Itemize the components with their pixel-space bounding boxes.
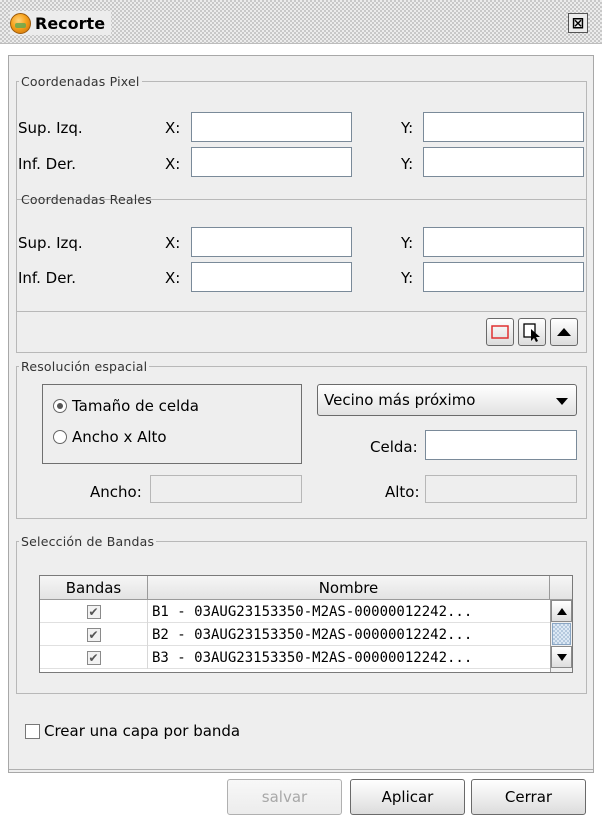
band-checkbox[interactable]: ✔ — [86, 650, 101, 665]
band-check-cell[interactable]: ✔ — [40, 600, 148, 623]
radio-cell-size-label: Tamaño de celda — [72, 397, 200, 415]
collapse-button[interactable] — [550, 318, 578, 346]
pixel-lr-x-input[interactable] — [191, 147, 352, 177]
real-coords-legend: Coordenadas Reales — [21, 192, 152, 207]
real-ul-label: Sup. Izq. — [18, 234, 83, 252]
layer-per-band-box[interactable] — [25, 723, 40, 739]
pixel-coords-legend: Coordenadas Pixel — [21, 74, 140, 89]
radio-width-height-indicator[interactable] — [53, 430, 67, 444]
real-ul-x-label: X: — [165, 234, 181, 252]
bands-legend: Selección de Bandas — [21, 534, 155, 549]
pixel-lr-label: Inf. Der. — [18, 155, 76, 173]
col-header-name[interactable]: Nombre — [148, 576, 550, 600]
real-ul-x-input[interactable] — [191, 227, 352, 257]
rectangle-select-icon — [491, 325, 509, 339]
dialog-body: Coordenadas Pixel Sup. Izq. X: Y: Inf. D… — [8, 55, 594, 773]
collapse-up-icon — [557, 328, 571, 336]
real-lr-label: Inf. Der. — [18, 269, 76, 287]
pixel-ul-y-input[interactable] — [423, 112, 584, 142]
band-name: B1 - 03AUG23153350-M2AS-00000012242... — [152, 603, 473, 620]
scroll-up-button[interactable] — [551, 600, 572, 622]
pixel-ul-label: Sup. Izq. — [18, 119, 83, 137]
chevron-down-icon — [556, 398, 568, 405]
close-button[interactable]: Cerrar — [471, 779, 586, 815]
arrow-down-icon — [556, 653, 567, 661]
cell-size-input[interactable] — [425, 430, 577, 460]
pixel-lr-y-label: Y: — [401, 155, 414, 173]
resolution-legend: Resolución espacial — [21, 359, 148, 374]
window-title: Recorte — [35, 13, 106, 33]
col-header-corner — [550, 576, 572, 600]
cell-label: Celda: — [370, 438, 418, 456]
pixel-ul-x-input[interactable] — [191, 112, 352, 142]
radio-cell-size-indicator[interactable] — [53, 399, 67, 413]
close-icon: ⊠ — [571, 13, 585, 32]
scroll-down-button[interactable] — [551, 646, 572, 668]
bands-scrollbar[interactable] — [550, 600, 572, 672]
save-button[interactable]: salvar — [227, 779, 342, 815]
scroll-thumb[interactable] — [552, 623, 571, 645]
pixel-ul-y-label: Y: — [401, 119, 414, 137]
real-lr-y-label: Y: — [401, 269, 414, 287]
width-label: Ancho: — [90, 483, 142, 501]
col-header-bands[interactable]: Bandas — [40, 576, 148, 600]
app-globe-icon — [10, 12, 31, 34]
interpolation-value: Vecino más próximo — [324, 391, 476, 409]
table-row[interactable]: ✔ B2 - 03AUG23153350-M2AS-00000012242... — [40, 623, 572, 646]
band-name: B3 - 03AUG23153350-M2AS-00000012242... — [152, 649, 473, 666]
rectangle-select-button[interactable] — [486, 318, 514, 346]
pixel-lr-y-input[interactable] — [423, 147, 584, 177]
title-bar[interactable]: Recorte ⊠ — [0, 0, 602, 44]
arrow-up-icon — [556, 607, 567, 615]
height-input[interactable] — [425, 475, 577, 503]
height-label: Alto: — [385, 483, 420, 501]
resolution-mode-box — [42, 384, 302, 464]
close-window-button[interactable]: ⊠ — [568, 13, 588, 33]
width-input[interactable] — [150, 475, 302, 503]
pixel-ul-x-label: X: — [165, 119, 181, 137]
band-check-cell[interactable]: ✔ — [40, 646, 148, 669]
apply-button[interactable]: Aplicar — [350, 779, 465, 815]
layer-per-band-checkbox[interactable]: Crear una capa por banda — [25, 722, 240, 740]
table-row[interactable]: ✔ B3 - 03AUG23153350-M2AS-00000012242... — [40, 646, 572, 669]
real-ul-y-input[interactable] — [423, 227, 584, 257]
pointer-select-button[interactable] — [518, 318, 546, 346]
bands-table: Bandas Nombre ✔ B1 - 03AUG23153350-M2AS-… — [39, 575, 573, 673]
interpolation-select[interactable]: Vecino más próximo — [317, 384, 577, 416]
radio-width-height-label: Ancho x Alto — [72, 428, 167, 446]
band-check-cell[interactable]: ✔ — [40, 623, 148, 646]
real-ul-y-label: Y: — [401, 234, 414, 252]
real-lr-y-input[interactable] — [423, 262, 584, 292]
layer-per-band-label: Crear una capa por banda — [44, 722, 241, 740]
table-row[interactable]: ✔ B1 - 03AUG23153350-M2AS-00000012242... — [40, 600, 572, 623]
band-checkbox[interactable]: ✔ — [86, 604, 101, 619]
pixel-lr-x-label: X: — [165, 155, 181, 173]
footer-separator — [9, 769, 593, 770]
real-lr-x-input[interactable] — [191, 262, 352, 292]
pointer-select-icon — [523, 323, 540, 342]
band-checkbox[interactable]: ✔ — [86, 627, 101, 642]
title-group: Recorte — [10, 11, 112, 35]
band-name: B2 - 03AUG23153350-M2AS-00000012242... — [152, 626, 473, 643]
radio-width-height[interactable]: Ancho x Alto — [53, 428, 167, 446]
real-lr-x-label: X: — [165, 269, 181, 287]
radio-cell-size[interactable]: Tamaño de celda — [53, 397, 199, 415]
tools-strip — [16, 311, 587, 353]
